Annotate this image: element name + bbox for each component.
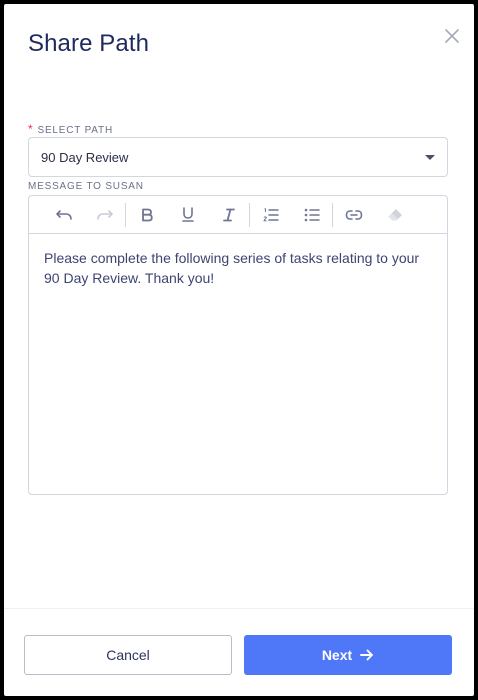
underline-icon [181,207,194,222]
eraser-icon [388,208,402,220]
ordered-list-icon [262,207,279,221]
clear-format-button[interactable] [374,196,415,234]
undo-icon [55,209,72,220]
italic-button[interactable] [208,196,249,234]
link-button[interactable] [333,196,374,234]
select-path-value: 90 Day Review [41,149,129,165]
message-label: MESSAGE TO SUSAN [28,181,144,192]
next-button-label: Next [321,647,353,663]
editor-toolbar [29,196,447,234]
link-icon [345,209,362,220]
bullet-list-icon [304,208,320,221]
redo-button[interactable] [84,196,125,234]
bold-icon [141,208,153,221]
cancel-button[interactable]: Cancel [24,635,232,675]
footer-divider [4,608,474,609]
select-path-label-text: SELECT PATH [37,125,113,136]
close-button[interactable] [442,26,462,46]
dialog-title: Share Path [28,30,150,57]
share-path-dialog: Share Path * SELECT PATH 90 Day Review ME… [4,4,474,696]
arrow-right-icon [360,649,374,661]
close-icon [445,29,459,43]
bold-button[interactable] [126,196,167,234]
redo-icon [96,209,113,220]
ordered-list-button[interactable] [250,196,291,234]
bullet-list-button[interactable] [291,196,332,234]
italic-icon [222,208,235,221]
select-path-dropdown[interactable]: 90 Day Review [28,137,448,177]
chevron-down-icon [425,154,435,160]
next-button[interactable]: Next [244,635,452,675]
message-body[interactable]: Please complete the following series of … [29,234,447,302]
underline-button[interactable] [167,196,208,234]
required-mark: * [28,122,34,136]
undo-button[interactable] [43,196,84,234]
message-editor: Please complete the following series of … [28,195,448,495]
cancel-button-label: Cancel [106,647,150,663]
select-path-label: * SELECT PATH [28,122,113,136]
